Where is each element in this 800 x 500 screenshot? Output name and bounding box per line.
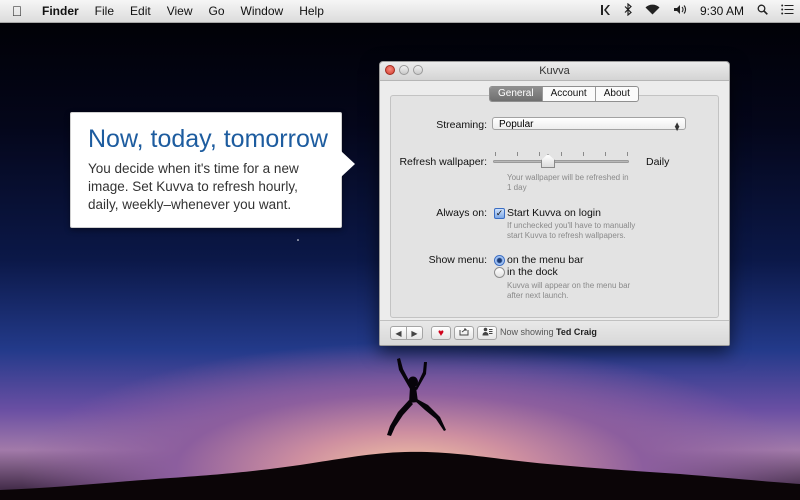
slider-tick: [605, 152, 606, 156]
artist-name[interactable]: Ted Craig: [556, 327, 597, 337]
start-on-login-checkbox[interactable]: ✓: [494, 208, 505, 219]
start-on-login-label[interactable]: Start Kuvva on login: [507, 207, 601, 219]
triangle-left-icon: ◀: [395, 329, 402, 338]
kuvva-preferences-window: Kuvva General Account About Streaming: P…: [379, 61, 730, 346]
refresh-note: Your wallpaper will be refreshed in 1 da…: [507, 173, 629, 192]
tab-general[interactable]: General: [490, 87, 542, 101]
now-showing-prefix: Now showing: [500, 327, 554, 337]
minimize-window-button[interactable]: [399, 65, 409, 75]
radio-menu-bar-label[interactable]: on the menu bar: [507, 254, 583, 266]
refresh-value-label: Daily: [646, 156, 670, 168]
radio-dock[interactable]: [494, 267, 505, 278]
show-menu-label: Show menu:: [428, 254, 487, 266]
close-window-button[interactable]: [385, 65, 395, 75]
slider-tick: [517, 152, 518, 156]
heart-icon: ♥: [438, 328, 444, 339]
slider-tick: [539, 152, 540, 156]
artist-profile-button[interactable]: [477, 326, 497, 340]
favorite-button[interactable]: ♥: [431, 326, 451, 340]
preferences-tabs: General Account About: [489, 86, 639, 102]
callout-body: You decide when it's time for a new imag…: [88, 161, 299, 212]
streaming-label: Streaming:: [436, 119, 487, 131]
window-bottom-bar: ◀ ▶ ♥ Now showing Ted Craig: [380, 320, 729, 345]
previous-wallpaper-button[interactable]: ◀: [390, 326, 407, 340]
streaming-select-value: Popular: [499, 119, 534, 130]
select-arrows-down-icon: ▼: [673, 124, 681, 133]
share-button[interactable]: [454, 326, 474, 340]
feature-callout: Now, today, tomorrow You decide when it'…: [70, 112, 355, 228]
show-menu-note: Kuvva will appear on the menu bar after …: [507, 281, 631, 300]
always-on-note: If unchecked you'll have to manually sta…: [507, 221, 636, 240]
tab-account[interactable]: Account: [541, 87, 595, 101]
now-showing-text: Now showing Ted Craig: [500, 327, 597, 337]
refresh-slider-track[interactable]: [493, 160, 629, 163]
share-icon: [459, 328, 469, 336]
callout-title: Now, today, tomorrow: [88, 125, 328, 153]
radio-dock-label[interactable]: in the dock: [507, 266, 558, 278]
window-title: Kuvva: [539, 65, 570, 77]
slider-tick: [561, 152, 562, 156]
slider-tick: [495, 152, 496, 156]
window-titlebar[interactable]: Kuvva: [380, 62, 729, 81]
tab-about[interactable]: About: [594, 87, 638, 101]
slider-tick: [583, 152, 584, 156]
radio-menu-bar[interactable]: [494, 255, 505, 266]
person-icon: [482, 327, 492, 336]
always-on-label: Always on:: [436, 207, 487, 219]
zoom-window-button[interactable]: [413, 65, 423, 75]
triangle-right-icon: ▶: [411, 329, 418, 338]
next-wallpaper-button[interactable]: ▶: [406, 326, 423, 340]
slider-tick: [627, 152, 628, 156]
streaming-select[interactable]: Popular ▲ ▼: [492, 117, 686, 133]
refresh-wallpaper-label: Refresh wallpaper:: [399, 156, 487, 168]
jumping-person-silhouette: [387, 358, 446, 436]
